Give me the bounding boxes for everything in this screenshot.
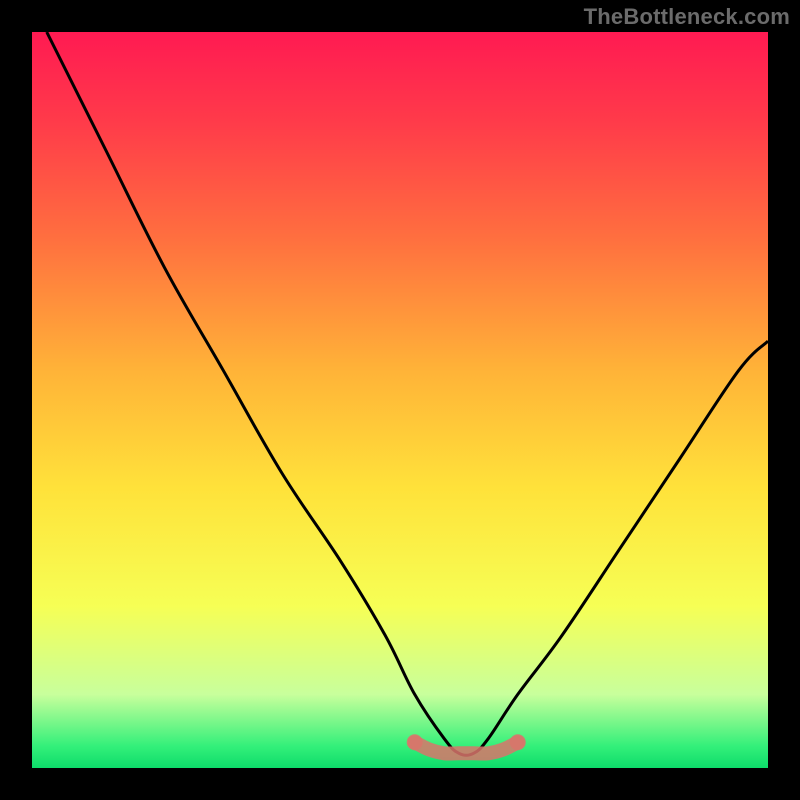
- optimal-band-end: [510, 734, 526, 750]
- watermark-text: TheBottleneck.com: [584, 4, 790, 30]
- plot-area: [32, 32, 768, 768]
- chart-svg: [32, 32, 768, 768]
- optimal-band-end: [407, 734, 423, 750]
- gradient-background: [32, 32, 768, 768]
- chart-frame: TheBottleneck.com: [0, 0, 800, 800]
